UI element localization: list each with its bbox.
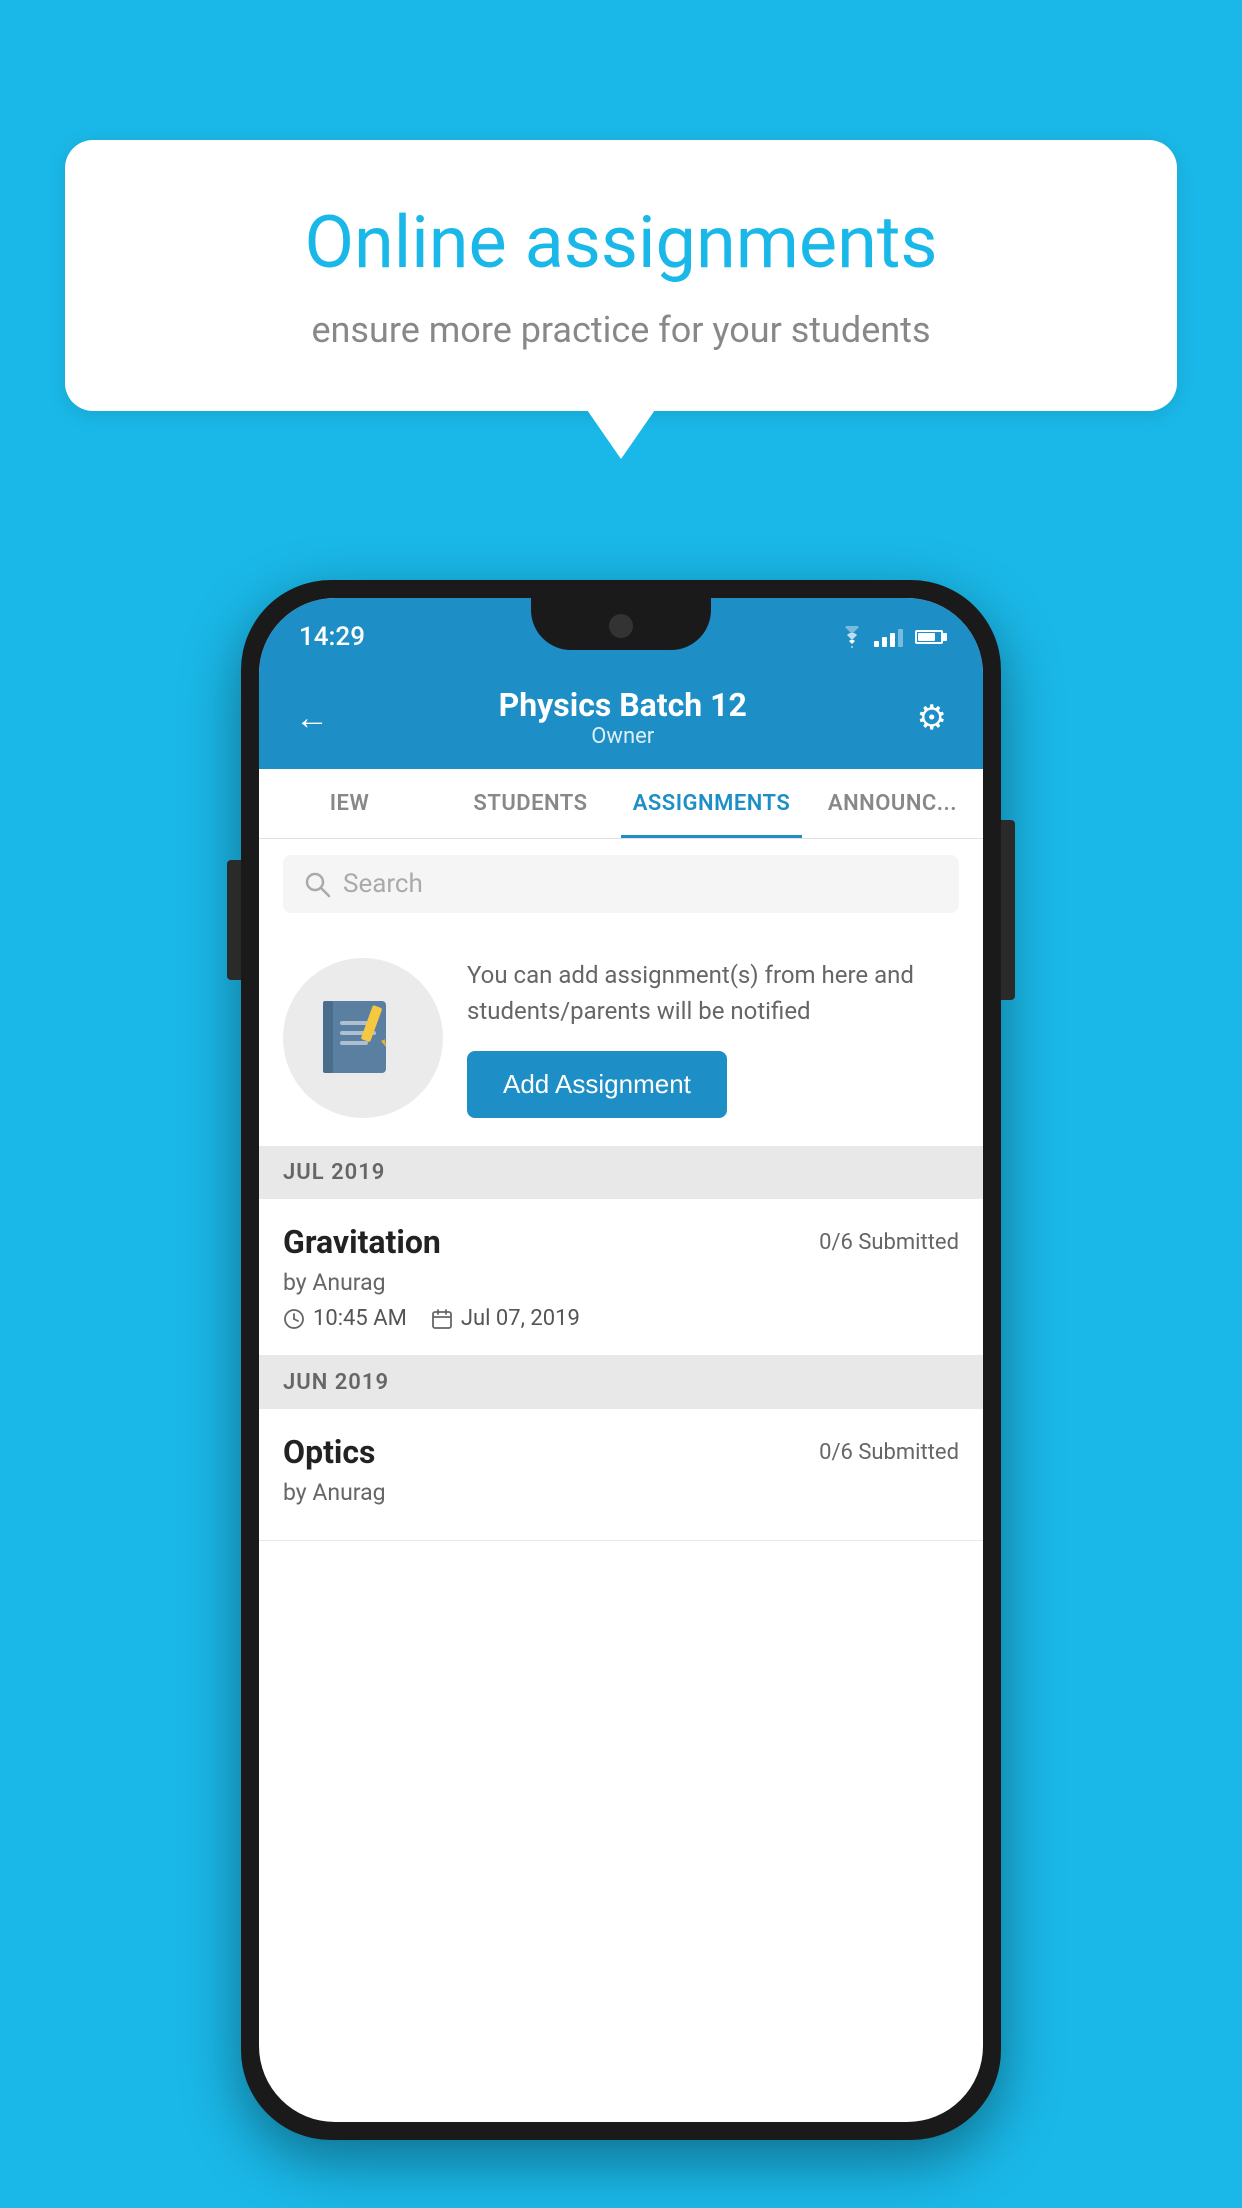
info-text-container: You can add assignment(s) from here and …: [467, 957, 959, 1118]
add-assignment-button[interactable]: Add Assignment: [467, 1051, 727, 1118]
back-button[interactable]: ←: [295, 698, 329, 738]
status-icons: [838, 626, 943, 648]
search-icon: [303, 870, 331, 898]
battery-fill: [918, 633, 935, 641]
phone-outer: 14:29: [241, 580, 1001, 2140]
phone-mockup: 14:29: [241, 580, 1001, 2140]
assignment-date-text: Jul 07, 2019: [461, 1306, 580, 1331]
signal-bar-3: [890, 633, 895, 647]
clock-icon: [283, 1308, 305, 1330]
assignment-time: 10:45 AM: [283, 1306, 407, 1331]
assignment-item-optics[interactable]: Optics 0/6 Submitted by Anurag: [259, 1409, 983, 1541]
assignment-date: Jul 07, 2019: [431, 1306, 580, 1331]
assignment-top: Gravitation 0/6 Submitted: [283, 1223, 959, 1261]
app-header: ← Physics Batch 12 Owner ⚙: [259, 666, 983, 769]
header-title-container: Physics Batch 12 Owner: [499, 686, 747, 749]
section-header-jul: JUL 2019: [259, 1146, 983, 1199]
speech-bubble: Online assignments ensure more practice …: [65, 140, 1177, 411]
status-time: 14:29: [299, 622, 365, 652]
search-container: Search: [259, 839, 983, 929]
assignment-top-optics: Optics 0/6 Submitted: [283, 1433, 959, 1471]
assignment-submitted-optics: 0/6 Submitted: [819, 1440, 959, 1465]
assignment-time-text: 10:45 AM: [313, 1306, 407, 1331]
assignment-title-optics: Optics: [283, 1433, 375, 1471]
notebook-icon: [318, 993, 408, 1083]
assignment-by-optics: by Anurag: [283, 1479, 959, 1506]
assignment-item-gravitation[interactable]: Gravitation 0/6 Submitted by Anurag 10:4…: [259, 1199, 983, 1356]
tab-bar: IEW STUDENTS ASSIGNMENTS ANNOUNC...: [259, 769, 983, 839]
header-title: Physics Batch 12: [499, 686, 747, 724]
assignment-title-gravitation: Gravitation: [283, 1223, 441, 1261]
header-subtitle: Owner: [499, 724, 747, 749]
info-card: You can add assignment(s) from here and …: [259, 929, 983, 1146]
tab-students[interactable]: STUDENTS: [440, 769, 621, 838]
assignment-by-gravitation: by Anurag: [283, 1269, 959, 1296]
assignment-meta-gravitation: 10:45 AM Jul 07, 2019: [283, 1306, 959, 1331]
phone-notch: [531, 598, 711, 650]
wifi-icon: [838, 626, 866, 648]
info-description: You can add assignment(s) from here and …: [467, 957, 959, 1029]
bubble-title: Online assignments: [135, 200, 1107, 285]
tab-announcements[interactable]: ANNOUNC...: [802, 769, 983, 838]
tab-assignments[interactable]: ASSIGNMENTS: [621, 769, 802, 838]
settings-button[interactable]: ⚙: [917, 698, 947, 738]
assignment-submitted-gravitation: 0/6 Submitted: [819, 1230, 959, 1255]
search-placeholder: Search: [343, 869, 423, 899]
phone-screen: 14:29: [259, 598, 983, 2122]
signal-bar-1: [874, 641, 879, 647]
signal-bars: [874, 627, 903, 647]
calendar-icon: [431, 1308, 453, 1330]
camera-icon: [609, 614, 633, 638]
section-header-jun: JUN 2019: [259, 1356, 983, 1409]
battery-icon: [915, 630, 943, 644]
speech-bubble-container: Online assignments ensure more practice …: [65, 140, 1177, 411]
bubble-subtitle: ensure more practice for your students: [135, 309, 1107, 351]
tab-overview[interactable]: IEW: [259, 769, 440, 838]
signal-bar-2: [882, 637, 887, 647]
search-bar[interactable]: Search: [283, 855, 959, 913]
notebook-icon-container: [283, 958, 443, 1118]
signal-bar-4: [898, 629, 903, 647]
